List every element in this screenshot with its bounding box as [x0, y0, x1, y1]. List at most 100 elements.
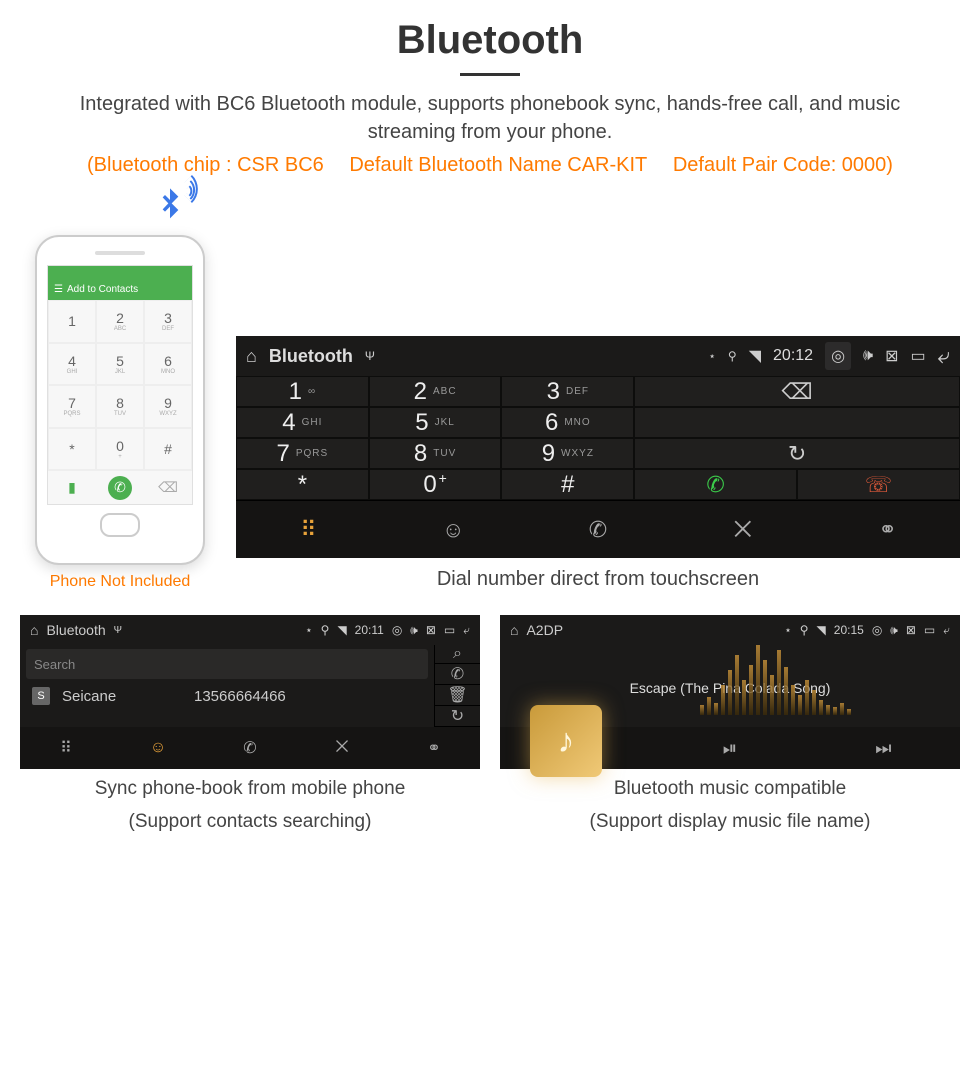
dialer-key-*[interactable]: *	[236, 469, 369, 500]
side-sync[interactable]: ↻	[434, 706, 480, 727]
album-art: ♪	[530, 705, 602, 777]
contact-number: 13566664466	[194, 688, 286, 705]
playpause-icon: ⏯	[723, 738, 737, 759]
description: Integrated with BC6 Bluetooth module, su…	[20, 90, 960, 146]
keypad-icon: ⠿	[300, 517, 316, 543]
dialer-caption: Dial number direct from touchscreen	[236, 568, 960, 591]
side-call[interactable]: ✆	[434, 664, 480, 685]
dialer-key-0[interactable]: 0+	[369, 469, 502, 500]
contacts-caption2: (Support contacts searching)	[20, 810, 480, 835]
volume-icon[interactable]: 🕪	[863, 347, 873, 365]
tab-keypad[interactable]: ⠿	[236, 500, 381, 558]
location-icon: ⚲	[728, 349, 737, 363]
back-icon[interactable]: ⤶	[943, 623, 950, 638]
dialer-key-2[interactable]: 2ABC	[369, 376, 502, 407]
phone-hangup-icon: ☏	[865, 472, 893, 498]
video-icon: ▮	[60, 476, 84, 500]
statusbar-app: Bluetooth	[269, 346, 353, 367]
statusbar-app: Bluetooth	[46, 622, 105, 638]
phone-key-0: 0+	[96, 428, 144, 471]
contacts-caption1: Sync phone-book from mobile phone	[20, 777, 480, 802]
side-delete[interactable]: 🗑	[434, 685, 480, 706]
tab-contacts[interactable]: ☺	[112, 727, 204, 769]
contact-row[interactable]: S Seicane 13566664466	[20, 683, 434, 709]
phone-key-6: 6MNO	[144, 343, 192, 386]
tab-keypad[interactable]: ⠿	[20, 727, 112, 769]
dialer-key-5[interactable]: 5JKL	[369, 407, 502, 438]
trash-icon: 🗑	[447, 685, 467, 705]
close-icon[interactable]: ⊠	[885, 346, 898, 366]
sync-button[interactable]: ↻	[634, 438, 960, 469]
phone-key-2: 2ABC	[96, 300, 144, 343]
phone-key-5: 5JKL	[96, 343, 144, 386]
recents-icon[interactable]: ▭	[444, 623, 455, 637]
music-note-icon: ♪	[558, 722, 575, 761]
dialer-key-1[interactable]: 1∞	[236, 376, 369, 407]
statusbar-time: 20:11	[355, 623, 384, 637]
dialer-key-3[interactable]: 3DEF	[501, 376, 634, 407]
dialer-key-8[interactable]: 8TUV	[369, 438, 502, 469]
page-title: Bluetooth	[20, 18, 960, 63]
calllog-icon: ✆	[589, 517, 607, 543]
dialer-key-7[interactable]: 7PQRS	[236, 438, 369, 469]
music-caption1: Bluetooth music compatible	[500, 777, 960, 802]
back-icon[interactable]: ⤶	[938, 343, 950, 369]
wifi-icon: ◥	[749, 346, 761, 366]
dialer-key-6[interactable]: 6MNO	[501, 407, 634, 438]
home-icon[interactable]: ⌂	[246, 346, 257, 367]
contacts-icon: ☺	[150, 739, 166, 757]
hangup-button[interactable]: ☏	[797, 469, 960, 500]
tab-contacts[interactable]: ☺	[381, 500, 526, 558]
tab-calllog[interactable]: ✆	[204, 727, 296, 769]
playpause-button[interactable]: ⏯	[653, 727, 806, 769]
keypad-icon: ⠿	[60, 738, 72, 758]
phone-key-#: #	[144, 428, 192, 471]
statusbar-time: 20:12	[773, 347, 813, 365]
contacts-icon: ☺	[442, 517, 464, 543]
tab-link[interactable]: ⚭	[815, 500, 960, 558]
call-button[interactable]: ✆	[634, 469, 797, 500]
back-icon[interactable]: ⤶	[463, 623, 470, 638]
home-icon[interactable]: ⌂	[510, 622, 518, 638]
contacts-panel: ⌂ Bluetooth Ψ ⋆ ⚲ ◥ 20:11 ◎ 🕪 ⊠ ▭ ⤶	[20, 615, 480, 769]
bluetooth-status-icon: ⋆	[708, 349, 716, 363]
dialer-screen: ⌂ Bluetooth Ψ ⋆ ⚲ ◥ 20:12 ◎ 🕪 ⊠ ▭ ⤶	[236, 336, 960, 558]
phone-key-8: 8TUV	[96, 385, 144, 428]
spec-chip: (Bluetooth chip : CSR BC6	[87, 154, 324, 176]
dialer-key-9[interactable]: 9WXYZ	[501, 438, 634, 469]
bluetooth-status-icon: ⋆	[305, 623, 313, 637]
dialer-key-4[interactable]: 4GHI	[236, 407, 369, 438]
phone-note: Phone Not Included	[20, 573, 220, 591]
spacer	[634, 407, 960, 438]
tab-bluetooth[interactable]: ⨉	[296, 727, 388, 769]
recents-icon[interactable]: ▭	[911, 346, 926, 366]
specs-line: (Bluetooth chip : CSR BC6 Default Blueto…	[20, 154, 960, 177]
tab-calllog[interactable]: ✆	[526, 500, 671, 558]
spec-code: Default Pair Code: 0000)	[673, 154, 893, 176]
next-icon: ⏭	[875, 738, 891, 759]
call-icon: ✆	[108, 476, 132, 500]
wifi-icon: ◥	[337, 623, 346, 637]
close-icon[interactable]: ⊠	[426, 623, 436, 637]
volume-icon[interactable]: 🕪	[410, 623, 418, 638]
phone-mock: Add to Contacts 12ABC3DEF4GHI5JKL6MNO7PQ…	[35, 235, 205, 565]
camera-icon[interactable]: ◎	[825, 342, 851, 370]
tab-link[interactable]: ⚭	[388, 727, 480, 769]
phone-key-7: 7PQRS	[48, 385, 96, 428]
dialer-key-#[interactable]: #	[501, 469, 634, 500]
calllog-icon: ✆	[243, 738, 256, 758]
tab-bluetooth[interactable]: ⨉	[670, 500, 815, 558]
next-button[interactable]: ⏭	[807, 727, 960, 769]
location-icon: ⚲	[321, 623, 330, 637]
search-input[interactable]: Search	[26, 649, 428, 679]
home-icon[interactable]: ⌂	[30, 622, 38, 638]
title-divider	[460, 73, 520, 76]
statusbar-app: A2DP	[526, 622, 563, 638]
phone-key-3: 3DEF	[144, 300, 192, 343]
music-panel: ⌂ A2DP ⋆ ⚲ ◥ 20:15 ◎ 🕪 ⊠ ▭ ⤶	[500, 615, 960, 769]
camera-icon[interactable]: ◎	[392, 623, 402, 637]
side-search[interactable]: ⌕	[434, 645, 480, 664]
contact-initial: S	[32, 687, 50, 705]
backspace-button[interactable]: ⌫	[634, 376, 960, 407]
search-icon: ⌕	[453, 645, 462, 663]
